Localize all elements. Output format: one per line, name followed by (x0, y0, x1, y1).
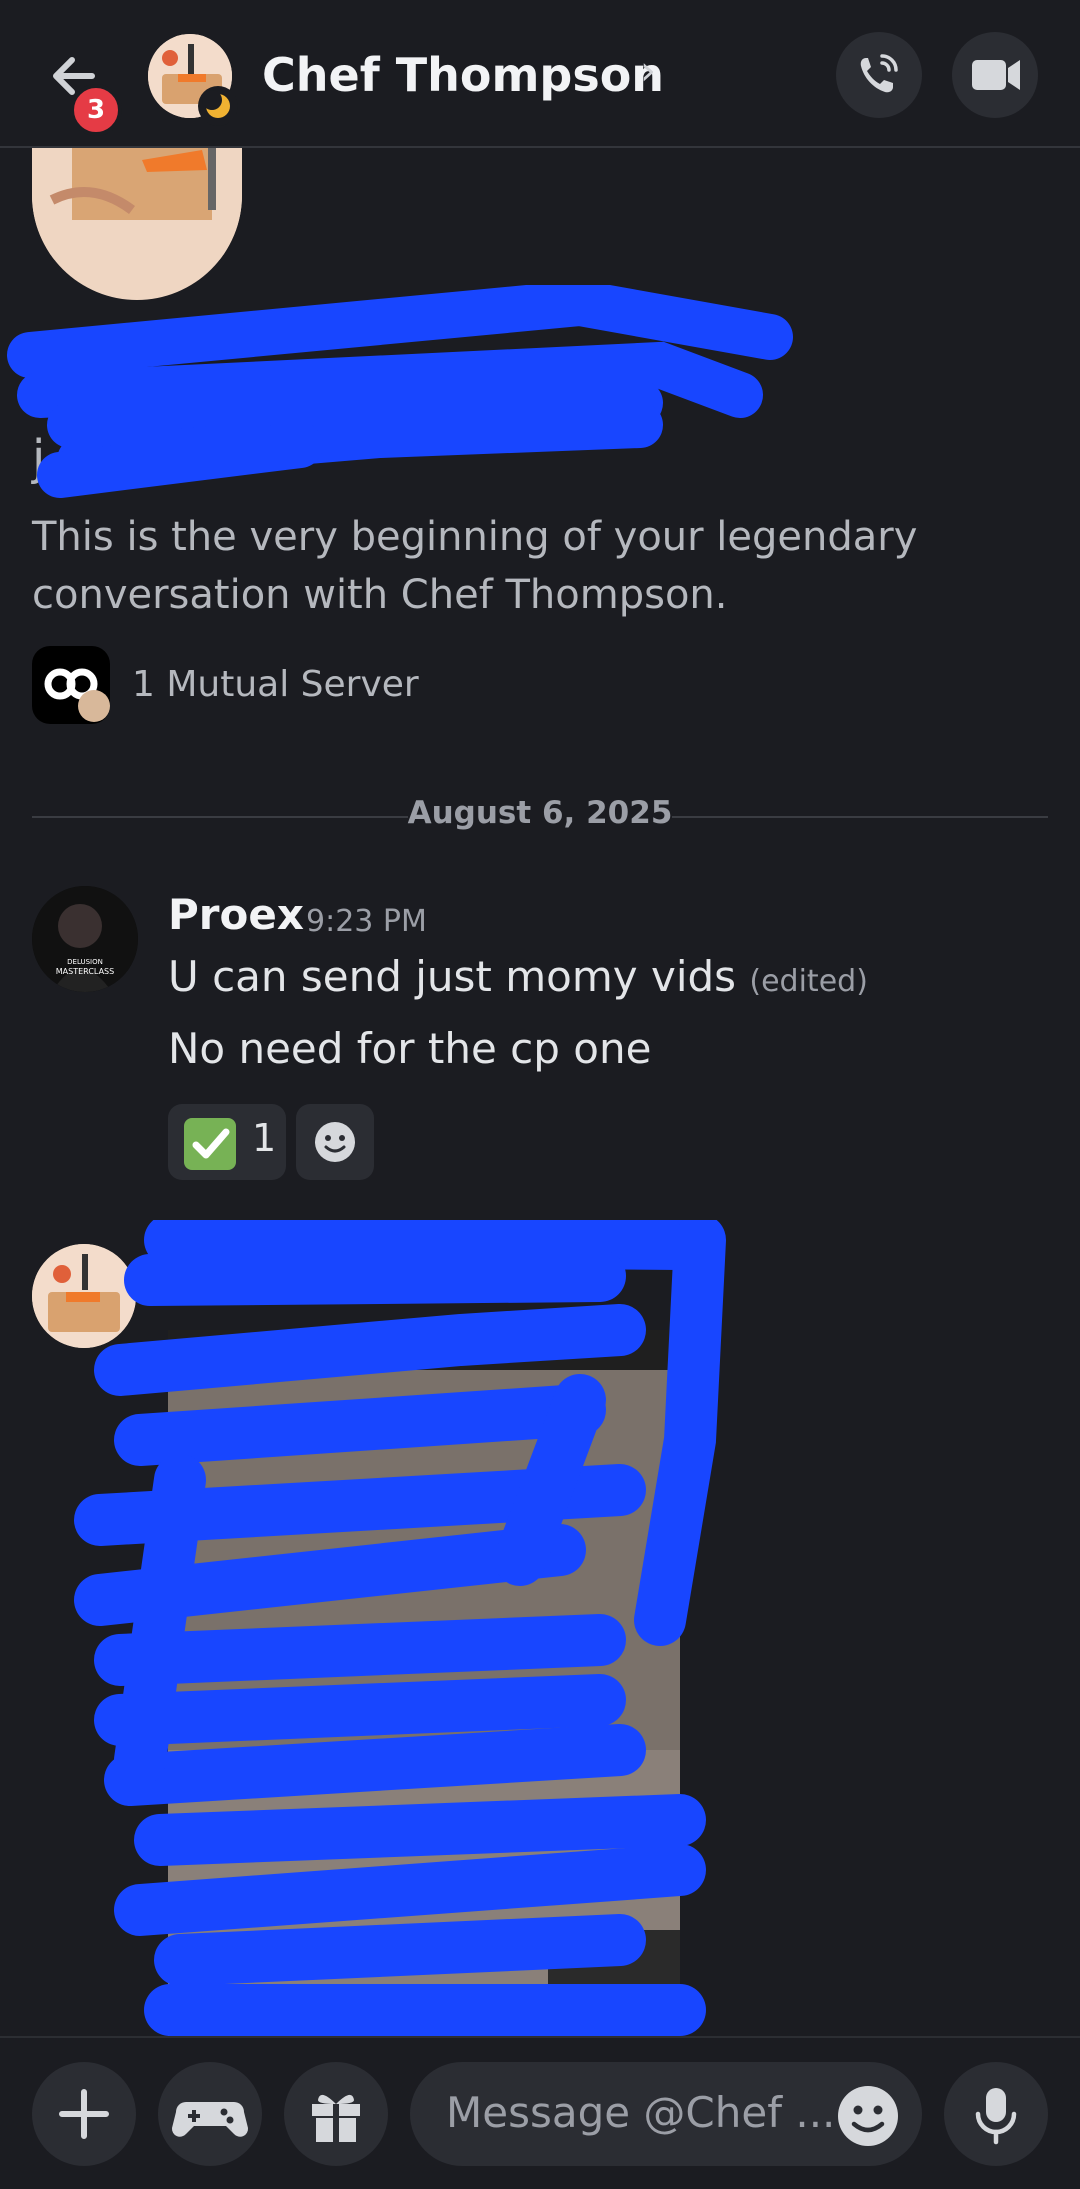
conversation-intro: This is the very beginning of your legen… (32, 508, 1032, 624)
author-avatar[interactable]: DELUSION MASTERCLASS (32, 886, 138, 992)
reaction-count: 1 (252, 1116, 277, 1160)
mutual-servers-label[interactable]: 1 Mutual Server (132, 664, 419, 705)
message-text: U can send just momy vids (168, 952, 737, 1001)
avatar-label-bottom: MASTERCLASS (56, 967, 114, 976)
emoji-icon (838, 2086, 898, 2146)
video-camera-icon (972, 60, 1020, 90)
avatar-label-top: DELUSION (67, 958, 103, 966)
phone-call-icon (860, 54, 898, 93)
unread-badge: 3 (70, 84, 122, 136)
intro-line-2: conversation with Chef Thompson. (32, 572, 728, 618)
gamepad-icon (171, 2102, 249, 2137)
message-author[interactable]: Proex (168, 890, 304, 939)
plus-icon (59, 2089, 109, 2139)
mutual-server-icon[interactable] (32, 646, 110, 724)
message-line-1[interactable]: U can send just momy vids (edited) (168, 952, 868, 1001)
white-check-mark-icon (184, 1118, 236, 1170)
voice-message-button[interactable] (944, 2062, 1048, 2166)
idle-status-icon (198, 86, 238, 126)
gift-button[interactable] (284, 2062, 388, 2166)
voice-call-button[interactable] (836, 32, 922, 118)
message-placeholder: Message @Chef ... (446, 2088, 836, 2137)
date-divider: August 6, 2025 (407, 795, 673, 831)
intro-line-1: This is the very beginning of your legen… (32, 514, 918, 560)
emoji-picker-button[interactable] (834, 2082, 902, 2150)
add-attachment-button[interactable] (32, 2062, 136, 2166)
reaction-check[interactable]: 1 (168, 1104, 286, 1180)
add-reaction-button[interactable] (296, 1104, 374, 1180)
edited-label: (edited) (749, 964, 868, 999)
redaction-scribble (7, 285, 793, 498)
activities-button[interactable] (158, 2062, 262, 2166)
gift-icon (312, 2094, 360, 2142)
video-call-button[interactable] (952, 32, 1038, 118)
chevron-right-icon[interactable]: › (640, 48, 656, 94)
redaction-scribble-2 (74, 1220, 726, 2036)
message-timestamp: 9:23 PM (306, 904, 427, 939)
emoji-icon (315, 1122, 355, 1162)
conversation-title[interactable]: Chef Thompson (262, 40, 664, 110)
chat-header: 3 Chef Thompson › (0, 0, 1080, 148)
microphone-icon (975, 2088, 1017, 2145)
message-line-2[interactable]: No need for the cp one (168, 1024, 651, 1073)
